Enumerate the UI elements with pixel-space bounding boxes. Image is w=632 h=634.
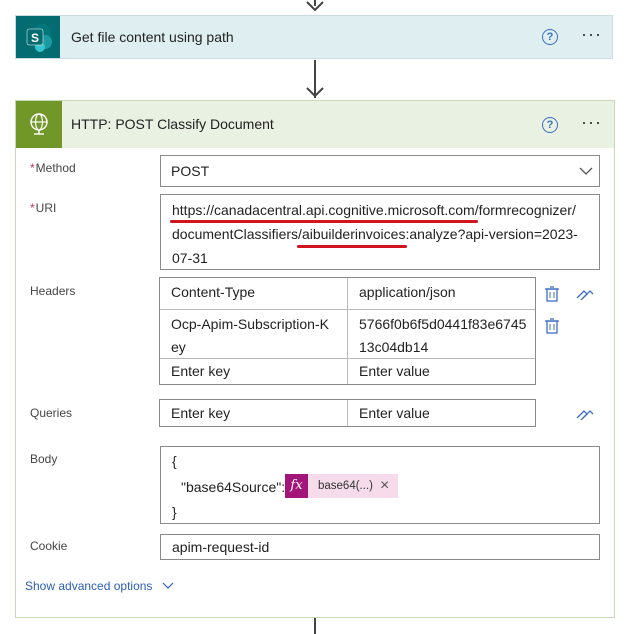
chevron-down-icon: [579, 167, 593, 175]
trash-icon[interactable]: [544, 317, 560, 334]
query-value-input[interactable]: Enter value: [359, 405, 430, 421]
body-open-brace: {: [172, 453, 177, 469]
uri-line-1: https://canadacentral.api.cognitive.micr…: [172, 202, 576, 218]
body-close-brace: }: [172, 504, 177, 520]
header-value-wrap: 13c04db14: [359, 339, 429, 355]
switch-text-mode-icon[interactable]: [576, 408, 594, 420]
header-key[interactable]: Ocp-Apim-Subscription-K: [171, 316, 329, 332]
query-key-input[interactable]: Enter key: [171, 405, 230, 421]
uri-input[interactable]: https://canadacentral.api.cognitive.micr…: [160, 194, 600, 270]
cookie-value: apim-request-id: [172, 539, 270, 555]
method-dropdown[interactable]: POST: [160, 155, 600, 187]
expression-token-body: base64(...) ×: [308, 474, 398, 498]
column-divider: [347, 400, 348, 426]
header-key-input[interactable]: Enter key: [171, 363, 230, 379]
header-value[interactable]: application/json: [359, 284, 456, 300]
switch-text-mode-icon[interactable]: [576, 288, 594, 300]
chevron-down-icon: [162, 582, 174, 589]
action-header[interactable]: HTTP: POST Classify Document ? ···: [16, 101, 614, 148]
queries-table: Enter key Enter value: [159, 399, 536, 427]
uri-line-2: documentClassifiers/aibuilderinvoices:an…: [172, 226, 578, 242]
trash-icon[interactable]: [544, 285, 560, 302]
uri-label: *URI: [30, 201, 57, 215]
header-key[interactable]: Content-Type: [171, 284, 255, 300]
method-label: *Method: [30, 161, 76, 175]
advanced-options-label: Show advanced options: [25, 579, 153, 593]
action-card-get-file-content[interactable]: S Get file content using path ? ···: [15, 15, 613, 59]
header-key-wrap: ey: [171, 339, 186, 355]
cookie-label: Cookie: [30, 539, 68, 553]
uri-line-3: 07-31: [172, 250, 208, 266]
svg-text:S: S: [31, 31, 39, 45]
globe-icon: [16, 101, 62, 148]
red-underline-annotation: [170, 220, 478, 223]
close-icon[interactable]: ×: [380, 474, 389, 498]
sharepoint-icon: S: [16, 16, 60, 58]
headers-table: Content-Type application/json Ocp-Apim-S…: [159, 277, 536, 385]
header-value[interactable]: 5766f0b6f5d0441f83e6745: [359, 316, 526, 332]
fx-icon: fx: [285, 474, 308, 498]
cookie-input[interactable]: apim-request-id: [160, 534, 600, 560]
arrow-down-icon: [306, 87, 324, 98]
action-title: HTTP: POST Classify Document: [71, 116, 274, 132]
more-icon[interactable]: ···: [581, 112, 602, 133]
show-advanced-options-link[interactable]: Show advanced options: [25, 579, 174, 593]
row-divider: [160, 358, 535, 359]
body-label: Body: [30, 452, 58, 466]
expression-token-label: base64(...): [318, 480, 373, 492]
help-circle-icon[interactable]: ?: [542, 117, 558, 133]
body-key: "base64Source":: [181, 479, 286, 495]
action-title: Get file content using path: [71, 29, 234, 45]
flow-connector-bottom: [314, 618, 316, 634]
row-divider: [160, 309, 535, 310]
queries-label: Queries: [30, 406, 73, 420]
help-circle-icon[interactable]: ?: [542, 29, 558, 45]
headers-label: Headers: [30, 284, 76, 298]
arrow-down-icon: [306, 1, 324, 12]
method-value: POST: [171, 163, 210, 179]
red-underline-annotation: [297, 245, 407, 248]
more-icon[interactable]: ···: [581, 24, 602, 45]
header-value-input[interactable]: Enter value: [359, 363, 430, 379]
column-divider: [347, 278, 348, 384]
